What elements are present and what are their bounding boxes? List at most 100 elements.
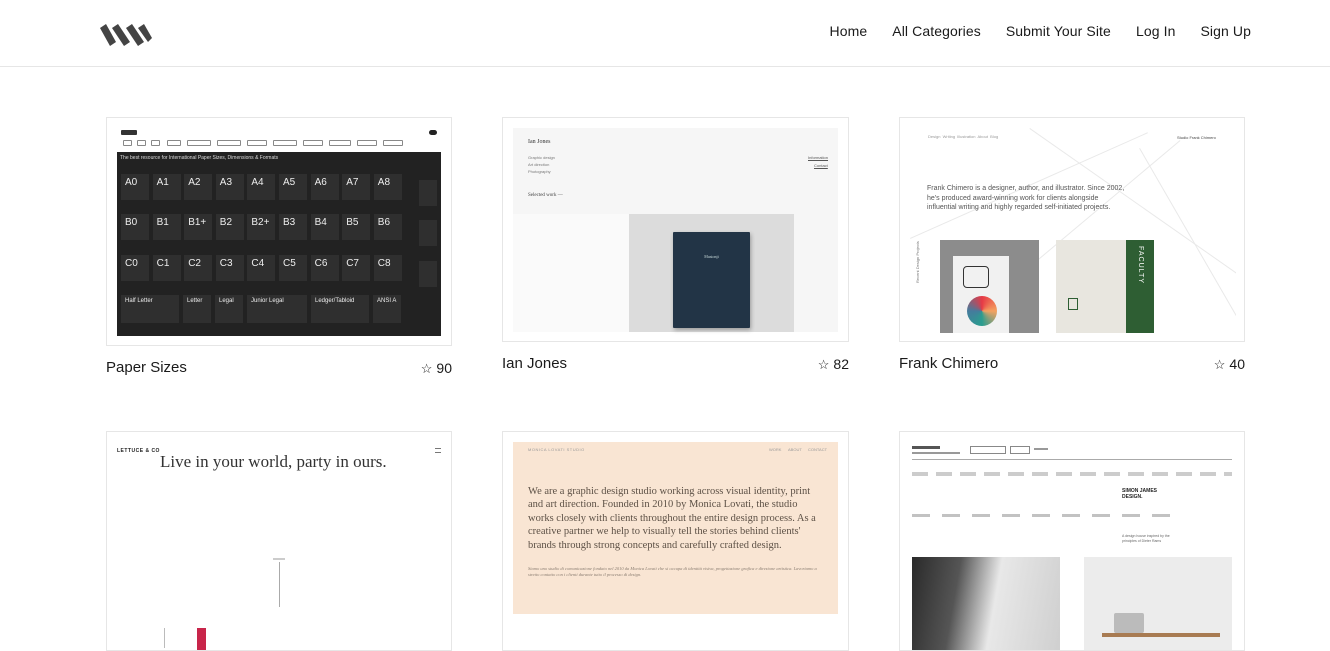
ij-role-2: Art direction <box>528 162 550 167</box>
ij-selected-work: Selected work — <box>528 193 563 198</box>
site-card-paper-sizes[interactable]: The best resource for International Pape… <box>106 117 452 346</box>
paper-size-cell[interactable]: A2 <box>184 174 213 200</box>
ij-grid-panel <box>513 214 629 332</box>
sj-photo-2 <box>1084 557 1232 650</box>
sj-title: SIMON JAMES DESIGN. <box>1122 488 1158 500</box>
paper-size-us-cell[interactable]: Junior Legal <box>247 295 307 323</box>
sj-sub: A design house inspired by the principle… <box>1122 534 1170 543</box>
paper-size-cell[interactable]: B3 <box>279 214 307 240</box>
nav-all-categories[interactable]: All Categories <box>892 23 981 39</box>
paper-size-cell[interactable]: B2+ <box>247 214 276 240</box>
ij-role-1: Graphic design <box>528 155 555 160</box>
star-icon: ☆ <box>817 357 830 372</box>
paper-sizes-thumbnail: The best resource for International Pape… <box>117 128 441 336</box>
frank-studio: Studio Frank Chimero <box>1177 135 1216 140</box>
ian-jones-thumbnail: Ian Jones Graphic design Art direction P… <box>513 128 838 332</box>
lettuce-line <box>164 628 165 648</box>
paper-size-cell[interactable]: B1+ <box>184 214 213 240</box>
paper-size-cell[interactable]: A5 <box>279 174 307 200</box>
lettuce-headline: Live in your world, party in ours. <box>160 452 387 471</box>
site-card-ian-jones[interactable]: Ian Jones Graphic design Art direction P… <box>502 117 849 342</box>
studio-link-contact: CONTACT <box>808 447 828 452</box>
paper-size-cell[interactable]: A7 <box>342 174 371 200</box>
card-title-ian-jones[interactable]: Ian Jones <box>502 355 567 372</box>
paper-size-cell[interactable]: B4 <box>310 214 339 240</box>
paper-sizes-banner: The best resource for International Pape… <box>120 155 279 161</box>
star-icon: ☆ <box>1213 357 1226 372</box>
brand-logo-icon[interactable] <box>100 20 152 46</box>
main-nav: Home All Categories Submit Your Site Log… <box>830 23 1251 39</box>
star-icon: ☆ <box>420 361 433 376</box>
ij-role-3: Photography <box>528 169 551 174</box>
sj-topbar <box>912 444 1232 460</box>
sj-navrow <box>912 472 1232 476</box>
paper-size-cell[interactable]: A6 <box>310 174 339 200</box>
paper-size-us-cell[interactable]: Letter <box>183 295 211 323</box>
paper-size-cell[interactable]: B5 <box>342 214 371 240</box>
lettuce-rule-label <box>273 558 285 560</box>
lettuce-rule <box>279 562 280 607</box>
paper-size-cell[interactable]: C5 <box>279 255 307 281</box>
frank-thumbnail: Design Writing Illustration About Blog S… <box>910 128 1236 333</box>
paper-size-cell[interactable]: A1 <box>152 174 181 200</box>
nav-home[interactable]: Home <box>830 23 868 39</box>
ij-link-contact: Contact <box>814 163 828 168</box>
card-title-paper-sizes[interactable]: Paper Sizes <box>106 359 187 376</box>
paper-size-cell[interactable]: C6 <box>310 255 339 281</box>
studio-link-about: ABOUT <box>788 447 802 452</box>
site-card-frank-chimero[interactable]: Design Writing Illustration About Blog S… <box>899 117 1245 342</box>
paper-size-cell[interactable]: C4 <box>247 255 276 281</box>
paper-size-side-cell[interactable] <box>419 261 437 287</box>
nav-sign-up[interactable]: Sign Up <box>1200 23 1251 39</box>
frank-nav: Design Writing Illustration About Blog <box>928 134 999 139</box>
ij-name: Ian Jones <box>528 139 551 145</box>
card-stars-ian-jones[interactable]: ☆ 82 <box>776 356 849 373</box>
paper-size-cell[interactable]: B2 <box>215 214 244 240</box>
site-card-lettuce[interactable]: LETTUCE & CO Live in your world, party i… <box>106 431 452 651</box>
paper-size-us-cell[interactable]: ANSI A <box>373 295 401 323</box>
ij-book: Mustonji <box>673 232 750 328</box>
paper-size-cell[interactable]: B1 <box>152 214 181 240</box>
site-card-simon-james[interactable]: SIMON JAMES DESIGN. A design house inspi… <box>899 431 1245 651</box>
paper-size-cell[interactable]: C2 <box>184 255 213 281</box>
studio-panel: MONICA LOVATI STUDIO WORK ABOUT CONTACT … <box>513 442 838 614</box>
paper-size-us-cell[interactable]: Legal <box>215 295 243 323</box>
studio-body: We are a graphic design studio working a… <box>528 486 816 551</box>
card-stars-frank-chimero[interactable]: ☆ 40 <box>1173 356 1245 373</box>
paper-size-cell[interactable]: C8 <box>373 255 402 281</box>
sj-catrow <box>912 514 1172 517</box>
paper-size-cell[interactable]: A0 <box>121 174 149 200</box>
nav-submit-site[interactable]: Submit Your Site <box>1006 23 1111 39</box>
card-stars-paper-sizes[interactable]: ☆ 90 <box>380 360 452 377</box>
studio-link-work: WORK <box>769 447 782 452</box>
nav-log-in[interactable]: Log In <box>1136 23 1176 39</box>
star-count: 40 <box>1229 356 1245 372</box>
sj-photo-1 <box>912 557 1060 650</box>
card-title-frank-chimero[interactable]: Frank Chimero <box>899 355 998 372</box>
paper-size-cell[interactable]: B6 <box>373 214 402 240</box>
paper-size-side-cell[interactable] <box>419 180 437 206</box>
paper-size-cell[interactable]: C3 <box>215 255 244 281</box>
paper-size-cell[interactable]: C1 <box>152 255 181 281</box>
frank-book-2 <box>1056 240 1126 333</box>
studio-body-it: Siamo uno studio di comunicazione fondat… <box>528 566 817 577</box>
paper-sizes-grid: The best resource for International Pape… <box>117 152 441 336</box>
menu-icon[interactable] <box>435 448 441 453</box>
frank-faculty: FACULTY <box>1137 246 1144 284</box>
paper-size-cell[interactable]: A3 <box>215 174 244 200</box>
site-card-studio[interactable]: MONICA LOVATI STUDIO WORK ABOUT CONTACT … <box>502 431 849 651</box>
paper-size-us-cell[interactable]: Ledger/Tabloid <box>311 295 369 323</box>
paper-size-side-cell[interactable] <box>419 220 437 246</box>
paper-size-cell[interactable]: A4 <box>247 174 276 200</box>
studio-header: MONICA LOVATI STUDIO <box>528 447 585 452</box>
paper-size-cell[interactable]: A8 <box>373 174 402 200</box>
paper-size-cell[interactable]: C0 <box>121 255 149 281</box>
star-count: 82 <box>833 356 849 372</box>
paper-size-cell[interactable]: C7 <box>342 255 371 281</box>
frank-side-label: Recent Design Projects <box>915 241 920 283</box>
frank-faculty-spine: FACULTY <box>1126 240 1154 333</box>
thumbnail-toolbar <box>117 128 441 152</box>
paper-size-cell[interactable]: B0 <box>121 214 149 240</box>
paper-size-us-cell[interactable]: Half Letter <box>121 295 179 323</box>
star-count: 90 <box>436 360 452 376</box>
